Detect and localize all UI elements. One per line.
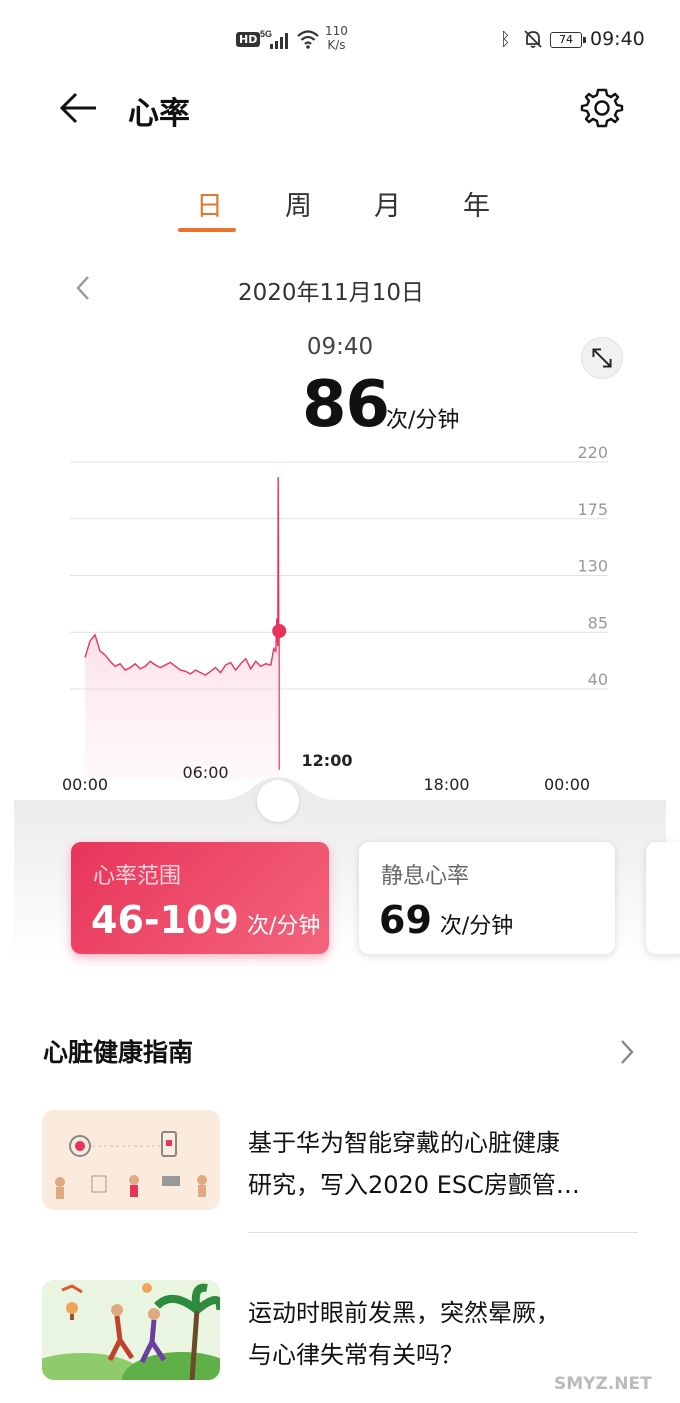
article-item[interactable]: 基于华为智能穿戴的心脏健康 研究，写入2020 ESC房颤管… — [42, 1110, 642, 1210]
wifi-icon — [297, 30, 319, 49]
watermark: SMYZ.NET — [554, 1374, 652, 1394]
card-value: 69 次/分钟 — [379, 898, 514, 942]
heart-rate-line — [84, 477, 280, 676]
current-point-marker — [272, 623, 287, 638]
chevron-right-icon[interactable] — [614, 1037, 638, 1067]
running-illustration-icon — [42, 1280, 220, 1380]
card-unit: 次/分钟 — [246, 914, 321, 939]
next-card[interactable] — [646, 842, 680, 954]
clock: 09:40 — [590, 28, 645, 50]
resting-heart-rate-card[interactable]: 静息心率 69 次/分钟 — [359, 842, 615, 954]
time-slider-handle[interactable] — [257, 780, 299, 822]
status-bar: HD 5G 110 K/s ᛒ 74 09:40 — [0, 20, 680, 60]
y-tick-label: 130 — [577, 557, 608, 576]
selected-date[interactable]: 2020年11月10日 — [0, 273, 680, 307]
tab-day[interactable]: 日 — [178, 184, 267, 232]
slider-curve — [14, 777, 666, 810]
section-title: 心脏健康指南 — [43, 1038, 194, 1067]
divider — [248, 1232, 638, 1233]
active-tab-indicator — [178, 228, 236, 232]
period-tabs: 日 周 月 年 — [178, 184, 534, 232]
chart-area — [84, 477, 287, 780]
card-unit: 次/分钟 — [439, 914, 514, 939]
app-header: 心率 — [0, 78, 680, 138]
expand-icon[interactable] — [581, 337, 623, 379]
tab-week[interactable]: 周 — [267, 184, 356, 232]
y-tick-label: 40 — [588, 670, 608, 689]
cellular-signal-icon: 5G — [260, 29, 288, 49]
research-illustration-icon — [42, 1110, 220, 1210]
heart-rate-value: 86 — [302, 368, 390, 442]
reading-time: 09:40 — [306, 334, 374, 360]
heart-rate-range-card[interactable]: 心率范围 46-109 次/分钟 — [71, 842, 329, 954]
network-speed: 110 K/s — [325, 24, 348, 52]
heart-rate-unit: 次/分钟 — [386, 408, 460, 433]
battery-indicator: 74 — [550, 32, 586, 48]
chart-area-fill — [85, 477, 280, 780]
y-tick-label: 220 — [577, 443, 608, 462]
chart-grid — [70, 461, 608, 690]
card-label: 心率范围 — [93, 864, 182, 889]
x-tick-label: 12:00 — [302, 751, 353, 770]
y-tick-label: 85 — [588, 613, 608, 632]
article-thumbnail — [42, 1110, 220, 1210]
bell-muted-icon — [524, 30, 542, 48]
network-type: 5G — [260, 29, 272, 39]
article-title: 运动时眼前发黑，突然晕厥， 与心律失常有关吗？ — [248, 1299, 560, 1369]
tab-year[interactable]: 年 — [445, 184, 534, 232]
article-title: 基于华为智能穿戴的心脏健康 研究，写入2020 ESC房颤管… — [248, 1129, 580, 1199]
gear-icon[interactable] — [580, 86, 624, 130]
article-thumbnail — [42, 1280, 220, 1380]
page-title: 心率 — [128, 96, 190, 132]
tab-month[interactable]: 月 — [356, 184, 445, 232]
hd-badge: HD — [236, 32, 261, 47]
heart-rate-chart[interactable]: 220175130854000:0006:0012:0018:00 00:00 — [0, 440, 680, 820]
card-label: 静息心率 — [381, 864, 470, 889]
card-value: 46-109 次/分钟 — [91, 898, 321, 942]
bluetooth-icon: ᛒ — [500, 29, 511, 50]
article-item[interactable]: 运动时眼前发黑，突然晕厥， 与心律失常有关吗？ — [42, 1280, 642, 1380]
y-tick-label: 175 — [577, 500, 608, 519]
arrow-left-icon[interactable] — [56, 86, 100, 130]
